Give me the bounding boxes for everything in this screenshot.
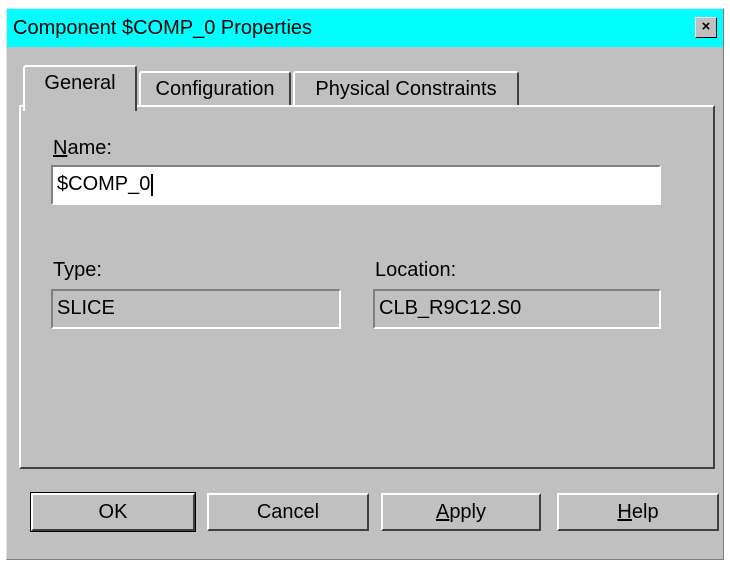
cancel-button-label: Cancel [256, 501, 320, 523]
window-title: Component $COMP_0 Properties [13, 17, 313, 39]
tab-physical-constraints[interactable]: Physical Constraints [293, 71, 519, 107]
type-value: SLICE [57, 297, 115, 319]
title-bar[interactable]: Component $COMP_0 Properties × [7, 9, 723, 47]
name-input-value: $COMP_0 [57, 173, 151, 195]
ok-button[interactable]: OK [30, 492, 196, 532]
tab-configuration[interactable]: Configuration [139, 71, 291, 107]
name-label-rest: ame: [67, 137, 112, 159]
name-input[interactable]: $COMP_0 [51, 165, 661, 205]
location-label: Location: [375, 259, 457, 281]
tab-general-label: General [44, 72, 116, 94]
name-label: Name: [53, 137, 112, 160]
name-label-mnemonic: N [53, 137, 68, 159]
location-field: CLB_R9C12.S0 [373, 289, 661, 329]
help-label-rest: elp [631, 501, 659, 523]
apply-button[interactable]: Apply [381, 493, 541, 531]
close-icon: × [701, 18, 711, 35]
general-panel: Name: $COMP_0 Type: SLICE Location: CLB_… [19, 105, 715, 469]
tab-general[interactable]: General [23, 65, 137, 111]
text-caret [151, 173, 154, 196]
help-mnemonic: H [617, 501, 632, 523]
properties-dialog: Component $COMP_0 Properties × General C… [6, 8, 724, 560]
apply-mnemonic: A [435, 501, 450, 523]
tab-configuration-label: Configuration [155, 78, 275, 100]
apply-label-rest: pply [449, 501, 487, 523]
type-field: SLICE [51, 289, 341, 329]
help-button[interactable]: Help [557, 493, 719, 531]
location-value: CLB_R9C12.S0 [379, 297, 522, 319]
ok-button-label: OK [98, 501, 128, 523]
cancel-button[interactable]: Cancel [207, 493, 369, 531]
tab-physical-constraints-label: Physical Constraints [315, 78, 497, 100]
type-label: Type: [53, 259, 102, 281]
close-button[interactable]: × [695, 17, 717, 38]
